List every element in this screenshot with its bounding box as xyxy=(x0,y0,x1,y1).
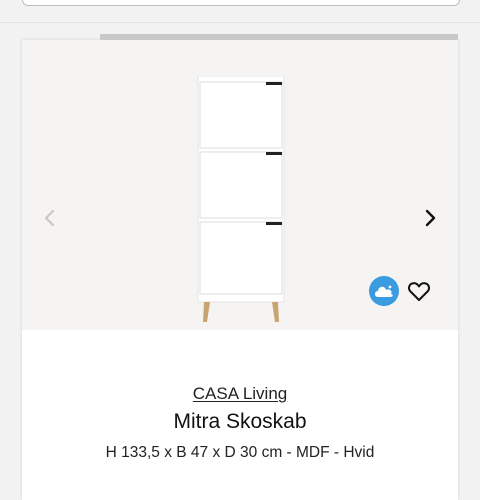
product-image xyxy=(197,76,285,322)
product-specs: H 133,5 x B 47 x D 30 cm - MDF - Hvid xyxy=(105,444,375,461)
cloud-icon xyxy=(369,276,399,306)
next-image-button[interactable] xyxy=(418,206,442,230)
product-image-carousel[interactable] xyxy=(22,40,458,330)
image-progress-bar xyxy=(100,34,458,40)
header-divider xyxy=(0,22,480,23)
search-field[interactable] xyxy=(22,0,460,6)
favorite-button[interactable] xyxy=(406,278,432,304)
chevron-right-icon xyxy=(425,209,436,227)
product-card[interactable]: CASA Living Mitra Skoskab H 133,5 x B 47… xyxy=(22,40,458,500)
heart-outline-icon xyxy=(408,282,430,301)
product-info: CASA Living Mitra Skoskab H 133,5 x B 47… xyxy=(22,330,458,462)
chevron-left-icon xyxy=(44,209,55,227)
previous-image-button[interactable] xyxy=(38,206,62,230)
product-title: Mitra Skoskab xyxy=(173,410,307,433)
brand-link[interactable]: CASA Living xyxy=(22,384,458,404)
